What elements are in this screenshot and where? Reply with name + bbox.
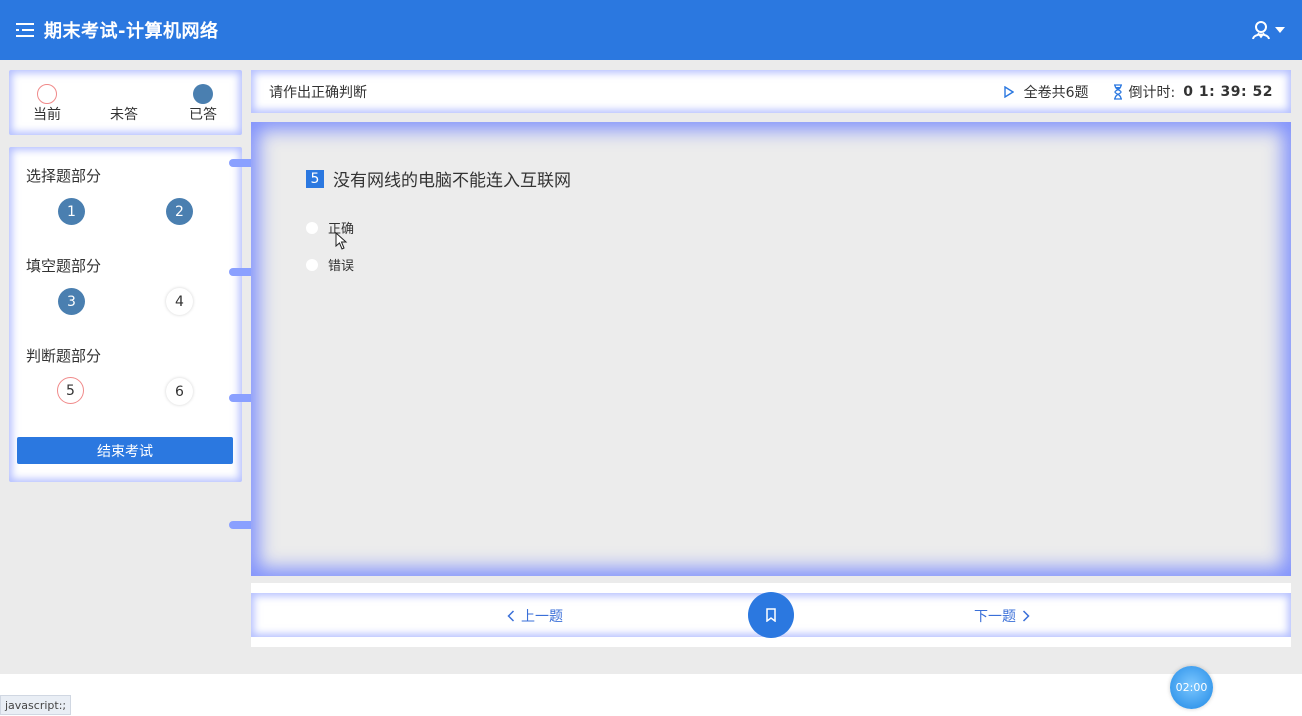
question-text: 没有网线的电脑不能连入互联网	[333, 171, 571, 191]
blank-marker-icon	[114, 84, 134, 104]
question-panel: 5 没有网线的电脑不能连入互联网 正确 错误	[251, 122, 1291, 576]
question-button-5[interactable]: 5	[57, 377, 84, 404]
section-title-fill: 填空题部分	[26, 257, 102, 275]
legend-answered: 已答	[178, 84, 228, 124]
play-icon	[1003, 85, 1014, 98]
question-button-2[interactable]: 2	[166, 198, 193, 225]
countdown-timer: 倒计时: 0 1: 39: 52	[1113, 82, 1274, 102]
question-nav-bar: 上一题 下一题	[251, 592, 1291, 638]
mouse-cursor-icon	[335, 232, 348, 250]
bottom-panel: 上一题 下一题	[251, 583, 1291, 647]
question-navigator: 选择题部分 1 2 填空题部分 3 4 判断题部分 5 6 结束考试	[9, 147, 242, 482]
top-bar: 期末考试-计算机网络	[0, 0, 1302, 60]
countdown-label: 倒计时:	[1128, 84, 1176, 101]
answered-marker-icon	[193, 84, 213, 104]
next-question-label: 下一题	[974, 609, 1016, 625]
question-button-6[interactable]: 6	[166, 378, 193, 405]
legend-current: 当前	[22, 84, 72, 124]
question-button-3[interactable]: 3	[58, 288, 85, 315]
user-icon	[1252, 21, 1270, 40]
question-instruction: 请作出正确判断	[269, 84, 367, 101]
user-menu[interactable]	[1251, 20, 1286, 40]
status-legend: 当前 未答 已答	[9, 70, 242, 135]
next-question-button[interactable]: 下一题	[974, 606, 1030, 626]
question-header: 请作出正确判断 全卷共6题 倒计时: 0 1: 39: 52	[251, 70, 1291, 113]
chevron-right-icon	[1022, 610, 1030, 622]
bookmark-icon	[766, 608, 776, 622]
total-count-text: 全卷共6题	[1023, 84, 1089, 101]
menu-icon[interactable]	[16, 22, 36, 38]
caret-down-icon	[1275, 27, 1285, 33]
radio-icon[interactable]	[306, 221, 318, 234]
footer	[0, 674, 1302, 716]
prev-question-label: 上一题	[521, 609, 563, 625]
finish-exam-button[interactable]: 结束考试	[17, 437, 233, 464]
total-count: 全卷共6题	[1003, 82, 1089, 102]
option-label: 错误	[328, 259, 355, 274]
clock-badge[interactable]: 02:00	[1170, 666, 1213, 709]
legend-blank: 未答	[99, 84, 149, 124]
page-title: 期末考试-计算机网络	[44, 21, 219, 42]
bookmark-button[interactable]	[748, 592, 794, 638]
section-title-judge: 判断题部分	[26, 347, 102, 365]
radio-icon[interactable]	[306, 258, 318, 271]
chevron-left-icon	[507, 610, 515, 622]
prev-question-button[interactable]: 上一题	[507, 606, 563, 626]
question-button-4[interactable]: 4	[166, 288, 193, 315]
countdown-value: 0 1: 39: 52	[1183, 83, 1273, 100]
current-marker-icon	[37, 84, 57, 104]
question-stem: 5 没有网线的电脑不能连入互联网	[306, 166, 571, 191]
hourglass-icon	[1113, 83, 1122, 100]
question-button-1[interactable]: 1	[58, 198, 85, 225]
section-title-choice: 选择题部分	[26, 167, 102, 185]
option-false[interactable]: 错误	[306, 255, 354, 274]
question-index: 5	[306, 169, 324, 188]
browser-status-bar: javascript:;	[0, 695, 72, 715]
